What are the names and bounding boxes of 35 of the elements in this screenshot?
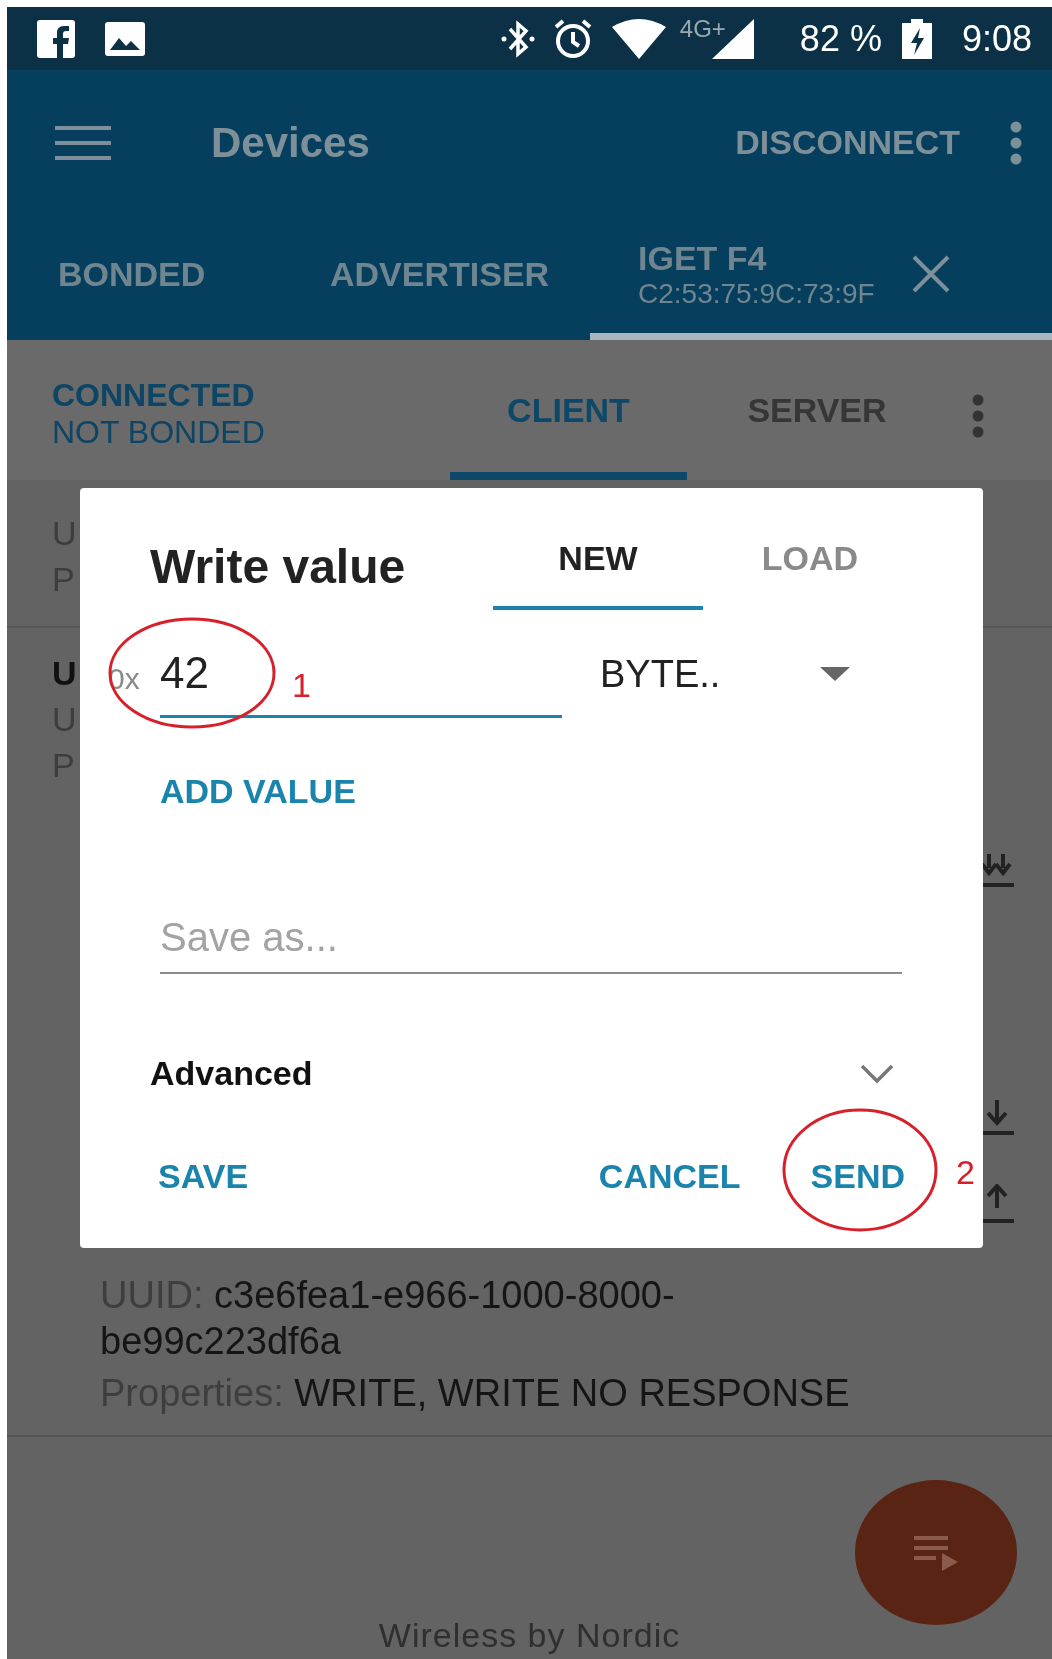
download-arrow-icon[interactable]: [980, 1100, 1014, 1136]
battery-percentage: 82 %: [799, 17, 882, 60]
close-icon[interactable]: [910, 254, 951, 294]
dialog-action-button[interactable]: CANCEL: [598, 1157, 741, 1196]
network-type-label: 4G+: [679, 15, 726, 43]
annotation-number: 2: [956, 1153, 975, 1192]
battery-charging-icon: [901, 18, 932, 59]
service-title: U: [52, 653, 77, 694]
device-tab[interactable]: ADVERTISER: [290, 215, 590, 340]
app-title: Devices: [211, 118, 371, 167]
playlist-play-icon: [914, 1534, 958, 1571]
type-dropdown[interactable]: BYTE..: [600, 630, 850, 718]
disconnect-button[interactable]: DISCONNECT: [735, 123, 960, 162]
bluetooth-icon: [499, 18, 536, 59]
dialog-tab[interactable]: NEW: [493, 530, 703, 610]
annotation-number: 1: [292, 666, 311, 705]
wifi-icon: [611, 18, 666, 59]
dialog-tab[interactable]: LOAD: [720, 530, 900, 610]
add-value-button[interactable]: ADD VALUE: [160, 772, 356, 811]
more-options-icon[interactable]: [972, 394, 984, 438]
connection-status: CONNECTED: [52, 377, 256, 414]
image-icon: [105, 21, 145, 56]
bond-status: NOT BONDED: [52, 414, 266, 451]
device-tab[interactable]: BONDED: [7, 215, 290, 340]
download-double-arrow-icon[interactable]: [980, 852, 1014, 888]
more-options-icon[interactable]: [1010, 120, 1022, 165]
advanced-toggle[interactable]: Advanced: [80, 1054, 983, 1093]
dialog-action-button[interactable]: SAVE: [158, 1157, 249, 1196]
dialog-action-button[interactable]: SEND: [810, 1157, 905, 1196]
upload-arrow-icon[interactable]: [980, 1184, 1014, 1224]
clock-time: 9:08: [961, 17, 1032, 60]
menu-icon[interactable]: [55, 124, 111, 161]
dialog-title: Write value: [150, 539, 407, 595]
facebook-icon: [37, 19, 75, 58]
dropdown-triangle-icon: [820, 667, 850, 681]
